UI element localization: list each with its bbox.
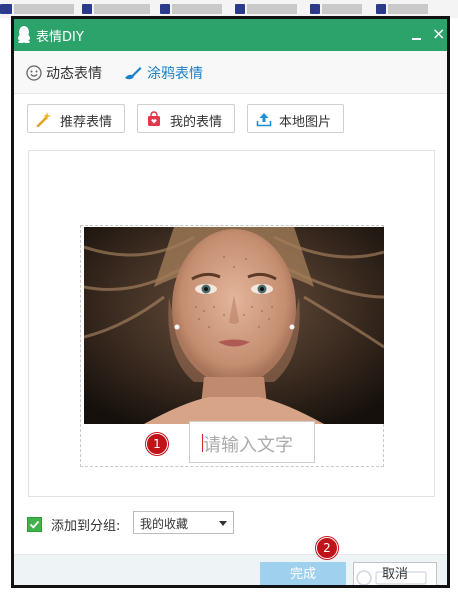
step-1-badge: 1 — [146, 433, 168, 455]
step-2-badge: 2 — [316, 537, 338, 559]
close-button[interactable]: × — [432, 24, 445, 43]
window-title: 表情DIY — [36, 30, 84, 45]
my-emoticon-label: 我的表情 — [170, 115, 223, 130]
tab-dynamic-emoticon[interactable]: 动态表情 — [26, 63, 102, 83]
recommended-emoticon-label: 推荐表情 — [60, 115, 113, 130]
emoticon-diy-window: 表情DIY × 动态表情 涂鸦表情 推荐表情 我的表情 本地图片 请输入文字 1… — [11, 16, 450, 588]
group-select-value: 我的收藏 — [140, 517, 189, 531]
text-caret — [202, 434, 203, 452]
upload-icon — [256, 113, 272, 127]
brush-icon — [125, 67, 142, 80]
magic-wand-icon — [36, 112, 51, 127]
minimize-button[interactable] — [408, 22, 426, 48]
mode-tabs: 动态表情 涂鸦表情 — [14, 51, 447, 94]
done-button[interactable]: 完成 — [260, 562, 346, 585]
shopping-bag-heart-icon — [148, 111, 160, 126]
dropdown-arrow-icon — [219, 521, 227, 526]
portrait-image — [84, 227, 384, 424]
group-select[interactable]: 我的收藏 — [133, 511, 234, 534]
recommended-emoticon-button[interactable]: 推荐表情 — [27, 104, 125, 133]
caption-placeholder: 请输入文字 — [203, 435, 293, 456]
smiley-icon — [26, 65, 42, 81]
qq-penguin-icon — [18, 26, 30, 43]
tab-doodle-emoticon[interactable]: 涂鸦表情 — [123, 63, 203, 83]
caption-text-input[interactable]: 请输入文字 — [189, 421, 315, 463]
title-bar: 表情DIY × — [14, 19, 447, 51]
local-image-label: 本地图片 — [279, 115, 332, 130]
tab-doodle-label: 涂鸦表情 — [147, 66, 203, 82]
local-image-button[interactable]: 本地图片 — [247, 104, 344, 133]
checkmark-icon — [29, 520, 40, 529]
my-emoticon-button[interactable]: 我的表情 — [137, 104, 235, 133]
add-to-group-checkbox[interactable] — [27, 517, 42, 532]
tab-dynamic-label: 动态表情 — [46, 66, 102, 82]
portrait-photo[interactable] — [84, 227, 384, 424]
add-to-group-label: 添加到分组: — [51, 519, 121, 534]
watermark-logo — [356, 570, 427, 585]
